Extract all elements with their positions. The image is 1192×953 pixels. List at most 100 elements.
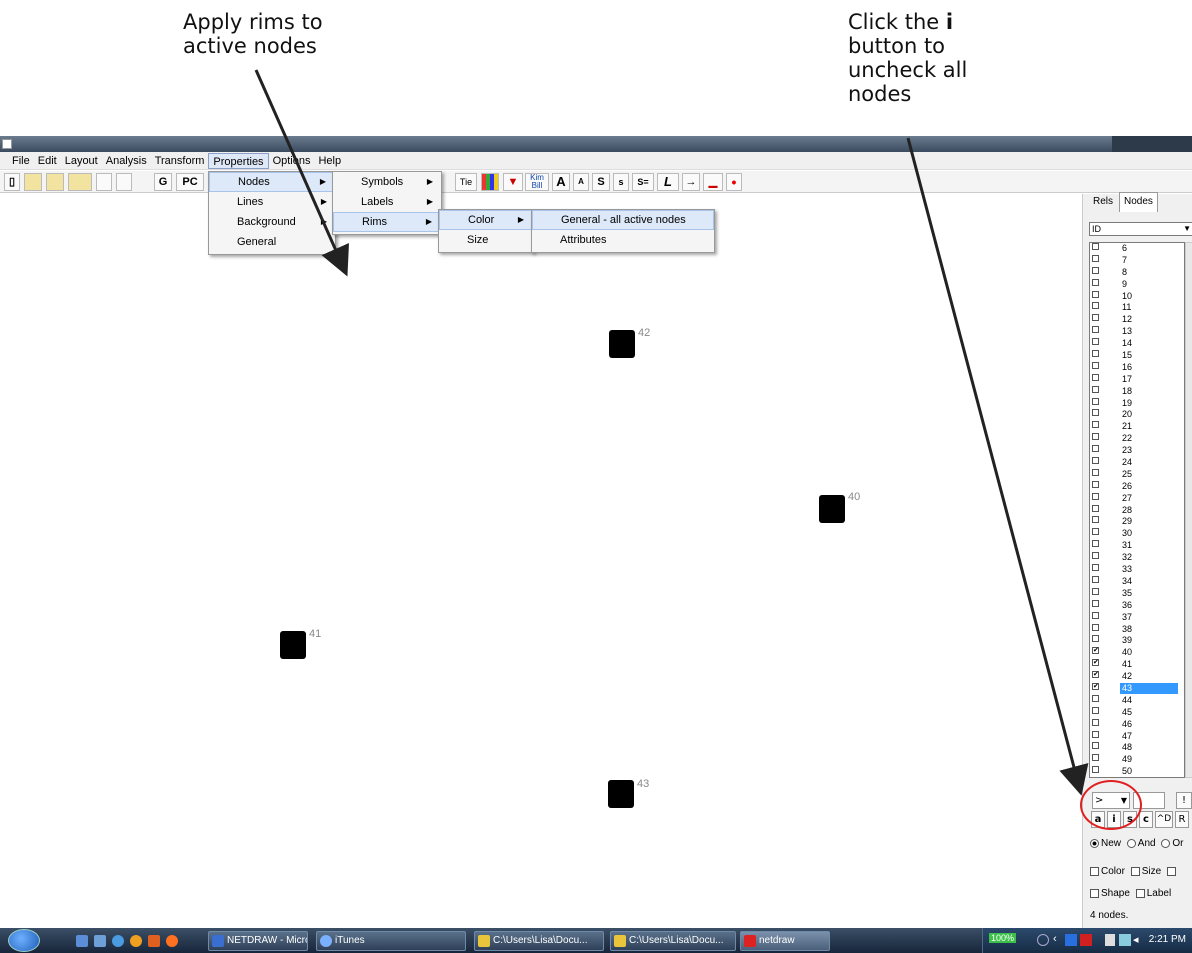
color-grid-icon[interactable] [481,173,499,191]
window-titlebar[interactable] [0,136,1192,152]
node-list-row[interactable]: 24 [1090,457,1184,469]
node-checkbox[interactable] [1092,480,1099,488]
task-explorer-2[interactable]: C:\Users\Lisa\Docu... [610,931,736,951]
node-list-row[interactable]: 34 [1090,575,1184,588]
menu-item-symbols[interactable]: Symbols ▶ [333,172,441,192]
node-list-row[interactable]: 35 [1090,587,1184,600]
node-checkbox[interactable]: ✔ [1092,682,1099,690]
new-file-icon[interactable]: ▯ [4,173,20,191]
window-controls[interactable] [1112,136,1192,152]
save-icon[interactable] [96,173,112,191]
apply-button[interactable]: ! [1176,792,1192,809]
node-checkbox[interactable] [1092,552,1099,560]
node-checkbox[interactable] [1092,504,1099,512]
start-button[interactable] [8,929,40,952]
node-list-row[interactable]: 30 [1090,528,1184,540]
g-button[interactable]: G [154,173,172,191]
menu-item-background[interactable]: Background ▶ [209,212,335,232]
node-checkbox[interactable] [1092,587,1099,595]
node-list-row[interactable]: 20 [1090,409,1184,421]
node-checkbox[interactable] [1092,361,1099,369]
node-checkbox[interactable] [1092,635,1099,643]
arrow-button[interactable]: → [682,173,700,191]
menu-file[interactable]: File [8,153,34,169]
node-checkbox[interactable] [1092,385,1099,393]
node-checkbox[interactable] [1092,445,1099,453]
menu-item-rims[interactable]: Rims ▶ [333,212,441,232]
node-list-row[interactable]: 11 [1090,302,1184,314]
task-explorer-1[interactable]: C:\Users\Lisa\Docu... [474,931,604,951]
radio-and[interactable]: And [1126,838,1156,849]
node-checkbox[interactable] [1092,754,1099,762]
node-checkbox[interactable]: ✔ [1092,659,1099,667]
node-list-row[interactable]: 31 [1090,540,1184,552]
battery-icon[interactable] [1105,934,1115,946]
open-attributes-icon[interactable] [68,173,92,191]
node-list-row[interactable]: 44 [1090,694,1184,707]
node-list-row[interactable]: 49 [1090,754,1184,766]
size-small-button[interactable]: s [613,173,629,191]
line-button[interactable]: L [657,173,679,191]
node-list-row[interactable]: ✔ 43 [1090,682,1184,695]
node-list-row[interactable]: 48 [1090,742,1184,754]
ie-icon[interactable] [112,935,124,947]
node-checkbox[interactable] [1092,266,1099,274]
menu-help[interactable]: Help [314,153,345,169]
node-checkbox[interactable] [1092,326,1099,334]
node-checkbox[interactable] [1092,373,1099,381]
node-list-row[interactable]: 38 [1090,623,1184,636]
menu-item-general[interactable]: General [209,232,335,252]
node-list-row[interactable]: 18 [1090,385,1184,398]
menu-item-lines[interactable]: Lines ▶ [209,192,335,212]
list-scrollbar[interactable] [1185,242,1192,778]
task-netdraw[interactable]: netdraw [740,931,830,951]
chevron-left-icon[interactable]: ‹ [1053,933,1057,945]
node-list-row[interactable]: 7 [1090,254,1184,267]
app-icon[interactable] [166,935,178,947]
node-41[interactable] [280,631,306,659]
radio-or[interactable]: Or [1161,838,1183,849]
label-small-button[interactable]: A [573,173,589,191]
node-checkbox[interactable] [1092,457,1099,465]
node-checkbox[interactable] [1092,433,1099,441]
node-checkbox[interactable] [1092,718,1099,726]
node-list-row[interactable]: 46 [1090,718,1184,731]
node-list-row[interactable]: 16 [1090,361,1184,374]
node-color-icon[interactable]: ▼ [503,173,523,191]
switch-windows-icon[interactable] [94,935,106,947]
checkbox-color[interactable]: Color [1090,866,1125,877]
node-checkbox[interactable] [1092,278,1099,286]
red-dot-button[interactable]: • [726,173,742,191]
node-checkbox[interactable] [1092,421,1099,429]
node-list-row[interactable]: 14 [1090,338,1184,350]
attribute-select[interactable]: ID ▼ [1089,222,1192,236]
node-list-row[interactable]: 27 [1090,492,1184,505]
radio-new[interactable]: New [1090,838,1121,849]
node-checkbox[interactable] [1092,302,1099,310]
node-checkbox[interactable] [1092,516,1099,524]
node-checkbox[interactable] [1092,314,1099,322]
node-list-row[interactable]: 32 [1090,552,1184,564]
pc-button[interactable]: PC [176,173,204,191]
node-checkbox[interactable] [1092,468,1099,476]
menu-analysis[interactable]: Analysis [102,153,151,169]
size-large-button[interactable]: S [592,173,610,191]
node-checkbox[interactable] [1092,409,1099,417]
volume-icon[interactable]: ◂ [1133,933,1139,946]
menu-properties[interactable]: Properties [208,152,269,169]
node-checkbox[interactable] [1092,742,1099,750]
media-icon[interactable] [148,935,160,947]
tray-icon[interactable] [1037,934,1049,946]
node-list-row[interactable]: 13 [1090,326,1184,338]
node-list-row[interactable]: 29 [1090,516,1184,528]
menu-layout[interactable]: Layout [61,153,102,169]
node-list-row[interactable]: 37 [1090,611,1184,624]
node-checkbox[interactable] [1092,611,1099,619]
menu-item-labels[interactable]: Labels ▶ [333,192,441,212]
node-list-row[interactable]: 15 [1090,350,1184,362]
menu-options[interactable]: Options [269,153,315,169]
menu-item-size[interactable]: Size [439,230,533,250]
node-checkbox[interactable]: ✔ [1092,671,1099,679]
node-checkbox[interactable] [1092,575,1099,583]
node-list-row[interactable]: 22 [1090,433,1184,445]
